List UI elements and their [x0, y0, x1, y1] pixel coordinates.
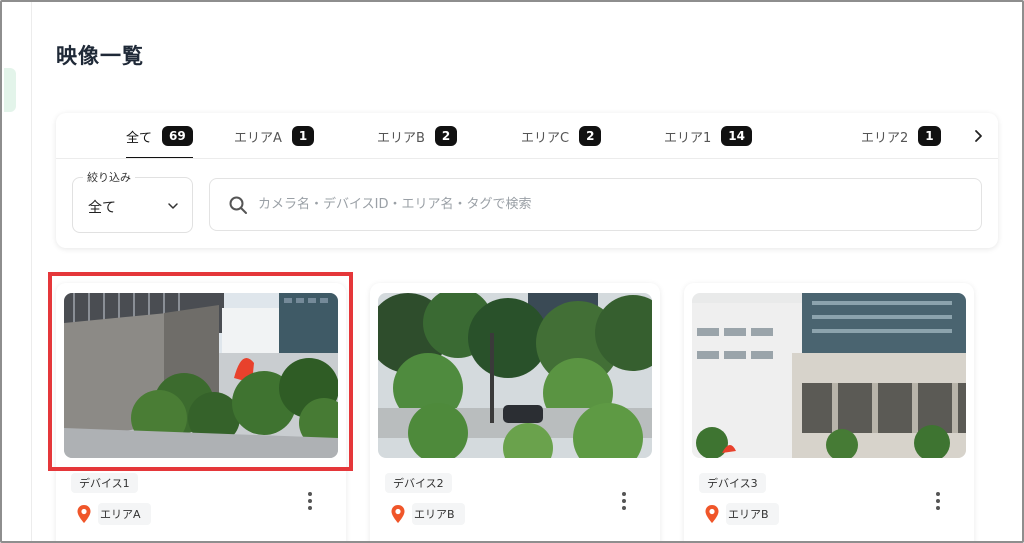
area-label: エリアB	[390, 501, 473, 527]
left-rail	[0, 0, 32, 543]
more-vertical-icon	[622, 492, 626, 510]
search-icon	[229, 196, 247, 214]
tab-label: エリアA	[234, 130, 282, 146]
chevron-down-icon	[168, 203, 178, 209]
search-box[interactable]	[209, 178, 982, 231]
nav-active-indicator	[4, 68, 16, 112]
tab-area-c[interactable]: エリアC 2	[521, 113, 602, 158]
tab-count-badge: 69	[162, 126, 193, 146]
page-title: 映像一覧	[56, 44, 144, 68]
camera-card-1[interactable]: デバイス1 エリアA	[56, 283, 346, 543]
tab-area-2[interactable]: エリア2 1	[861, 113, 941, 158]
camera-thumbnail[interactable]	[64, 293, 338, 458]
tabs-scroll-right-button[interactable]	[958, 113, 998, 158]
tab-area-a[interactable]: エリアA 1	[234, 113, 315, 158]
tab-count-badge: 1	[918, 126, 941, 146]
more-vertical-icon	[308, 492, 312, 510]
location-pin-icon	[705, 505, 719, 523]
tab-label: エリアC	[521, 130, 570, 146]
area-name: エリアB	[412, 503, 465, 525]
location-pin-icon	[391, 505, 405, 523]
camera-thumbnail-image	[64, 293, 338, 458]
tab-label: エリア1	[664, 130, 712, 146]
camera-card-3[interactable]: デバイス3 エリアB	[684, 283, 974, 543]
tab-area-1[interactable]: エリア1 14	[664, 113, 752, 158]
tab-label: エリアB	[377, 130, 425, 146]
area-name: エリアB	[726, 503, 779, 525]
camera-thumbnail-image	[378, 293, 652, 458]
camera-thumbnail[interactable]	[692, 293, 966, 458]
area-tabs: 全て 69 エリアA 1 エリアB 2 エリアC 2 エリア1 14 エリア2 …	[56, 113, 998, 159]
tab-count-badge: 1	[291, 126, 315, 146]
tab-count-badge: 2	[579, 126, 602, 146]
tab-label: エリア2	[861, 130, 909, 146]
camera-thumbnail-image	[692, 293, 966, 458]
device-name: デバイス3	[699, 473, 766, 493]
area-label: エリアB	[704, 501, 787, 527]
more-vertical-icon	[936, 492, 940, 510]
camera-thumbnail[interactable]	[378, 293, 652, 458]
tab-label: 全て	[126, 130, 153, 146]
camera-card-2[interactable]: デバイス2 エリアB	[370, 283, 660, 543]
tab-all[interactable]: 全て 69	[126, 113, 193, 158]
device-name: デバイス2	[385, 473, 452, 493]
card-menu-button[interactable]	[928, 489, 948, 513]
tab-area-b[interactable]: エリアB 2	[377, 113, 458, 158]
card-menu-button[interactable]	[300, 489, 320, 513]
filter-select-label: 絞り込み	[83, 169, 135, 185]
filter-select-value: 全て	[88, 200, 116, 216]
tab-count-badge: 2	[434, 126, 458, 146]
card-menu-button[interactable]	[614, 489, 634, 513]
chevron-right-icon	[975, 130, 982, 142]
filter-select[interactable]: 絞り込み 全て	[72, 169, 193, 233]
tab-count-badge: 14	[721, 126, 752, 146]
device-name: デバイス1	[71, 473, 138, 493]
search-input[interactable]	[258, 179, 981, 230]
filter-panel: 全て 69 エリアA 1 エリアB 2 エリアC 2 エリア1 14 エリア2 …	[56, 113, 998, 248]
area-label: エリアA	[76, 501, 159, 527]
area-name: エリアA	[98, 503, 151, 525]
location-pin-icon	[77, 505, 91, 523]
